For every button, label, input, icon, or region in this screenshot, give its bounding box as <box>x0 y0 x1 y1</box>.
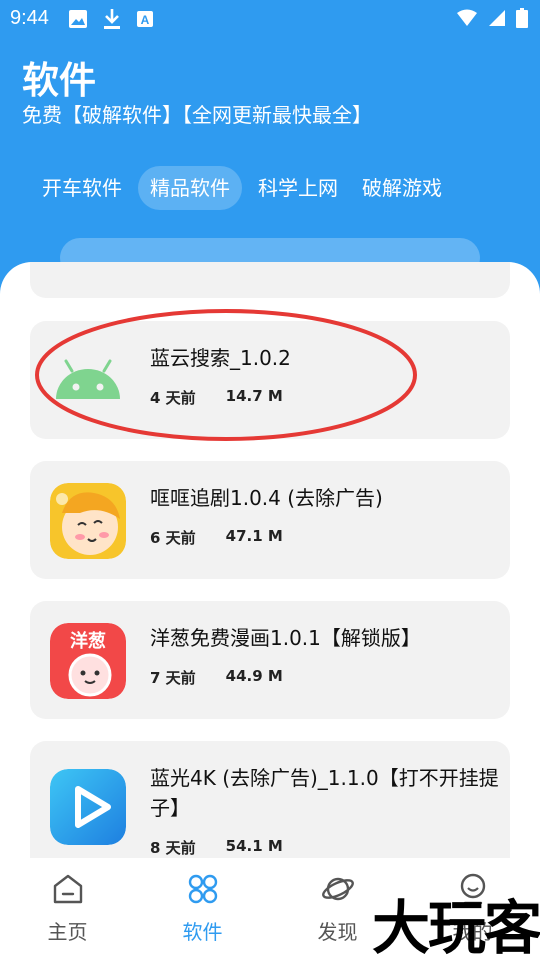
app-name: 蓝光4K (去除广告)_1.1.0【打不开挂提子】 <box>150 766 499 820</box>
status-time: 9:44 <box>10 7 49 29</box>
signal-icon <box>488 9 506 31</box>
app-size: 47.1 M <box>225 527 283 545</box>
image-icon <box>68 9 88 33</box>
app-size: 54.1 M <box>225 837 283 855</box>
android-icon <box>50 343 126 419</box>
app-name: 蓝云搜索_1.0.2 <box>150 346 291 370</box>
wifi-icon <box>456 9 478 31</box>
app-card[interactable]: 蓝光4K (去除广告)_1.1.0【打不开挂提子】 8 天前 54.1 M <box>30 741 510 858</box>
app-name: 哐哐追剧1.0.4 (去除广告) <box>150 486 383 510</box>
app-list[interactable]: 蓝云搜索_1.0.2 4 天前 14.7 M 哐哐追剧1.0.4 (去除广告) … <box>0 262 540 858</box>
app-size: 14.7 M <box>225 387 283 405</box>
app-card[interactable]: 洋葱 洋葱免费漫画1.0.1【解锁版】 7 天前 44.9 M <box>30 601 510 719</box>
play-icon <box>50 769 126 845</box>
nav-home[interactable]: 主页 <box>0 858 135 960</box>
home-icon <box>53 874 82 904</box>
tab-kaiche[interactable]: 开车软件 <box>30 166 134 210</box>
svg-text:洋葱: 洋葱 <box>70 630 106 652</box>
planet-icon <box>321 877 354 901</box>
nav-software[interactable]: 软件 <box>135 858 270 960</box>
tab-pojie-youxi[interactable]: 破解游戏 <box>350 166 454 210</box>
app-time: 7 天前 <box>150 669 196 687</box>
nav-home-label: 主页 <box>47 920 88 944</box>
app-size: 44.9 M <box>225 667 283 685</box>
app-card[interactable]: 蓝云搜索_1.0.2 4 天前 14.7 M <box>30 321 510 439</box>
tab-jingpin[interactable]: 精品软件 <box>138 166 242 210</box>
status-bar: 9:44 A <box>0 0 540 38</box>
tab-kexue[interactable]: 科学上网 <box>246 166 350 210</box>
app-time: 8 天前 <box>150 839 196 857</box>
page-subtitle: 免费【破解软件】【全网更新最快最全】 <box>22 103 372 127</box>
cartoon-face-icon <box>50 483 126 559</box>
page-title: 软件 <box>22 59 96 102</box>
watermark: 大玩客 <box>372 894 540 960</box>
download-icon <box>102 8 122 34</box>
list-item[interactable] <box>30 262 510 298</box>
app-meta: 4 天前 14.7 M <box>150 387 283 408</box>
app-name: 洋葱免费漫画1.0.1【解锁版】 <box>150 626 421 650</box>
category-tabs: 开车软件 精品软件 科学上网 破解游戏 <box>30 166 454 210</box>
app-card[interactable]: 哐哐追剧1.0.4 (去除广告) 6 天前 47.1 M <box>30 461 510 579</box>
app-meta: 6 天前 47.1 M <box>150 527 283 548</box>
nav-software-label: 软件 <box>182 920 223 944</box>
app-meta: 7 天前 44.9 M <box>150 667 283 688</box>
svg-text:A: A <box>141 13 150 27</box>
apps-grid-icon <box>188 874 217 904</box>
onion-comic-icon: 洋葱 <box>50 623 126 699</box>
app-time: 4 天前 <box>150 389 196 407</box>
app-meta: 8 天前 54.1 M <box>150 837 283 858</box>
a-icon: A <box>136 10 154 32</box>
app-time: 6 天前 <box>150 529 196 547</box>
battery-icon <box>516 8 528 32</box>
